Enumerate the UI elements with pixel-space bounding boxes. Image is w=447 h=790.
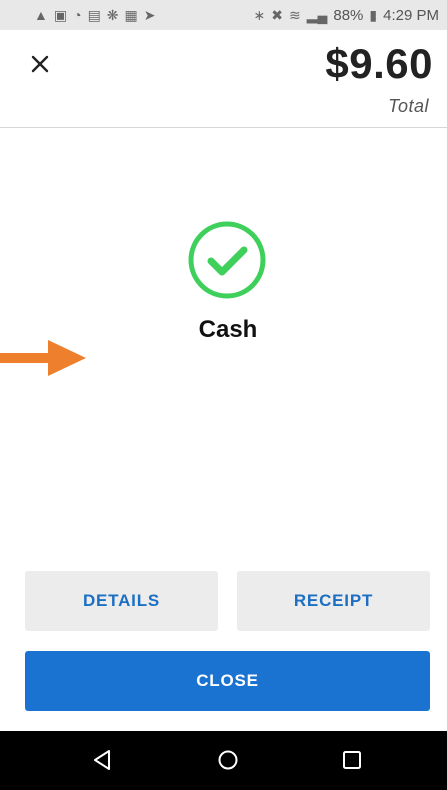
signal-icon: ▂▄ [306,7,328,23]
home-icon[interactable] [216,748,240,772]
battery-icon: ▮ [369,7,378,23]
gallery-icon: ▤ [87,7,101,23]
wifi-icon: ≋ [288,7,301,23]
mute-icon: ✖ [271,7,283,23]
pinwheel-icon: ❋ [106,7,119,23]
status-bar: ▲ ▣ ◔ ▤ ❋ ▦ ➤ ∗ ✖ ≋ ▂▄ 88% ▮ 4:29 PM [0,0,447,30]
header: $9.60 Total [0,30,447,128]
status-time: 4:29 PM [383,6,439,24]
status-left-icons: ▲ ▣ ◔ ▤ ❋ ▦ ➤ [34,8,156,22]
send-icon: ➤ [143,7,156,23]
receipt-button[interactable]: RECEIPT [237,571,430,631]
speedometer-icon: ◔ [73,7,82,23]
annotation-arrow-icon [0,340,86,376]
navigation-bar [0,731,447,790]
payment-complete-screen: ▲ ▣ ◔ ▤ ❋ ▦ ➤ ∗ ✖ ≋ ▂▄ 88% ▮ 4:29 PM $9.… [0,0,447,790]
close-icon[interactable] [28,52,52,76]
recents-icon[interactable] [340,748,364,772]
back-icon[interactable] [91,748,115,772]
battery-percent: 88% [333,6,364,24]
check-circle-icon [188,221,266,299]
close-button[interactable]: CLOSE [25,651,430,711]
total-amount: $9.60 [325,40,433,87]
bluetooth-icon: ∗ [253,7,266,23]
status-right-icons: ∗ ✖ ≋ ▂▄ 88% ▮ 4:29 PM [253,7,439,24]
details-button[interactable]: DETAILS [25,571,218,631]
warning-icon: ▲ [34,7,48,23]
screenshot-icon: ▣ [53,7,68,23]
document-icon: ▦ [124,7,138,23]
total-label: Total [388,96,429,116]
